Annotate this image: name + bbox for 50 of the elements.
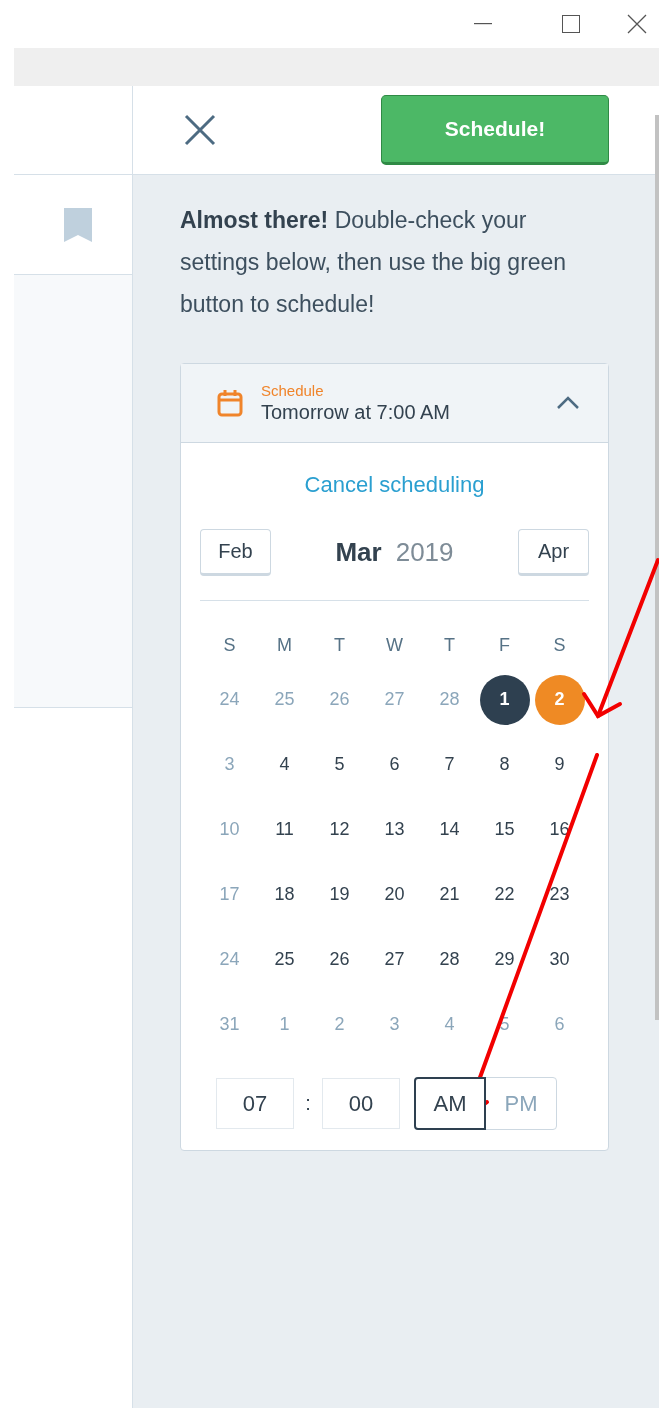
chevron-up-icon[interactable] — [556, 396, 580, 410]
minimize-icon[interactable] — [474, 23, 492, 25]
calendar-day[interactable]: 27 — [369, 934, 420, 985]
year-label: 2019 — [395, 537, 454, 568]
scrollbar[interactable] — [655, 115, 659, 1020]
intro-text: Almost there! Double-check your settings below, then use the big green button to schedule! — [180, 206, 568, 319]
schedule-label: Schedule — [261, 382, 325, 399]
calendar-day[interactable]: 13 — [369, 804, 420, 855]
minute-field[interactable]: 00 — [322, 1078, 400, 1129]
weekday-label: M — [276, 634, 293, 657]
calendar-day[interactable]: 4 — [259, 739, 310, 790]
calendar-day[interactable]: 23 — [534, 869, 585, 920]
calendar-day[interactable]: 5 — [314, 739, 365, 790]
close-icon[interactable] — [627, 14, 647, 34]
weekday-label: F — [498, 634, 511, 657]
calendar-day[interactable]: 12 — [314, 804, 365, 855]
calendar-day[interactable]: 30 — [534, 934, 585, 985]
calendar-day[interactable]: 8 — [479, 739, 530, 790]
time-separator: : — [304, 1092, 312, 1115]
month-label: Mar — [335, 537, 382, 568]
calendar-day[interactable]: 19 — [314, 869, 365, 920]
calendar-day[interactable]: 18 — [259, 869, 310, 920]
calendar-icon — [217, 389, 243, 417]
calendar-day[interactable]: 1 — [479, 674, 530, 725]
calendar-day[interactable]: 20 — [369, 869, 420, 920]
weekday-label: S — [552, 634, 567, 657]
weekday-label: T — [443, 634, 456, 657]
next-month-button[interactable]: Apr — [518, 529, 589, 576]
calendar-day[interactable]: 26 — [314, 934, 365, 985]
calendar-day[interactable]: 7 — [424, 739, 475, 790]
weekday-label: S — [222, 634, 237, 657]
calendar-day[interactable]: 9 — [534, 739, 585, 790]
calendar-day[interactable]: 29 — [479, 934, 530, 985]
calendar-day[interactable]: 11 — [259, 804, 310, 855]
meridiem-toggle[interactable]: AM — [414, 1077, 486, 1130]
calendar-day[interactable]: 22 — [479, 869, 530, 920]
weekday-label: W — [385, 634, 404, 657]
weekday-label: T — [333, 634, 346, 657]
calendar-day[interactable]: 14 — [424, 804, 475, 855]
schedule-header[interactable]: Schedule Tomorrow at 7:00 AM — [181, 364, 608, 443]
schedule-summary: Tomorrow at 7:00 AM — [261, 401, 451, 424]
calendar-day[interactable]: 6 — [369, 739, 420, 790]
previous-month-button[interactable]: Feb — [200, 529, 271, 576]
close-button[interactable] — [183, 113, 217, 147]
maximize-icon[interactable] — [562, 15, 580, 33]
calendar-day[interactable]: 15 — [479, 804, 530, 855]
calendar-day[interactable]: 25 — [259, 934, 310, 985]
calendar-day[interactable]: 28 — [424, 934, 475, 985]
hour-field[interactable]: 07 — [216, 1078, 294, 1129]
calendar-day[interactable]: 21 — [424, 869, 475, 920]
